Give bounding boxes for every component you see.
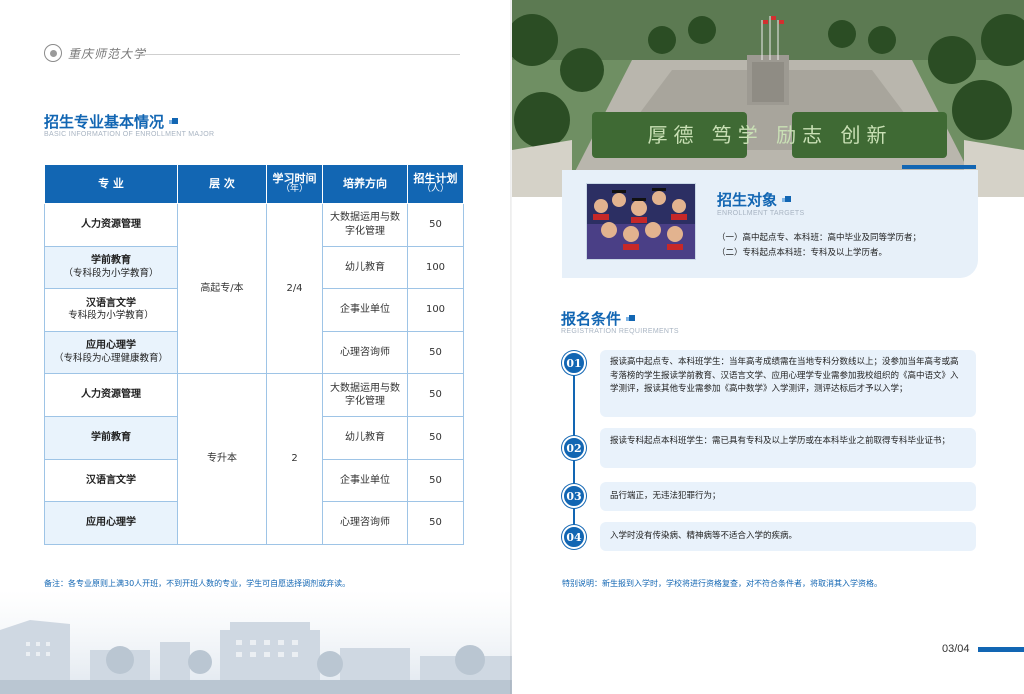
plan-cell: 50 [407, 203, 464, 247]
majors-section-subtitle: BASIC INFORMATION OF ENROLLMENT MAJOR [44, 131, 215, 138]
university-name: 重庆师范大学 [68, 46, 147, 61]
requirement-item: 01 报读高中起点专、本科班学生：当年高考成绩需在当地专科分数线以上；没参加当年… [562, 350, 976, 417]
major-cell: 汉语言文学 [44, 458, 178, 503]
direction-cell: 大数据运用与数字化管理 [322, 203, 408, 247]
majors-section-title: 招生专业基本情况 [44, 113, 165, 131]
requirement-text: 入学时没有传染病、精神病等不适合入学的疾病。 [600, 522, 976, 551]
university-seal-icon [44, 44, 62, 62]
plan-cell: 50 [407, 415, 464, 460]
major-cell: 学前教育 [44, 415, 178, 460]
column-header-plan: 招生计划 （人） [407, 164, 464, 204]
registration-title: 报名条件 [561, 310, 622, 328]
left-page: 重庆师范大学 招生专业基本情况 BASIC INFORMATION OF ENR… [0, 0, 512, 694]
duration-unit: （年） [280, 184, 308, 195]
direction-cell: 心理咨询师 [322, 330, 408, 375]
column-header-major: 专 业 [44, 164, 178, 204]
level-cell: 高起专/本 [177, 202, 267, 375]
major-name: 人力资源管理 [81, 389, 141, 401]
requirement-item: 03 品行端正，无违法犯罪行为； [562, 482, 976, 511]
title-square-icon [626, 315, 636, 324]
banner-motto: 厚德 笃学 励志 创新 [647, 123, 892, 147]
requirement-number-badge: 01 [562, 351, 586, 375]
target-line: （一）高中起点专、本科班：高中毕业及同等学历者； [717, 233, 922, 243]
major-name: 汉语言文学 [86, 297, 136, 309]
table-row: 人力资源管理 专升本 2 大数据运用与数字化管理 50 [44, 373, 464, 545]
major-note: （专科段为小学教育） [63, 267, 159, 279]
title-square-icon [782, 196, 792, 205]
registration-footnote: 特别说明：新生报到入学时，学校将进行资格复查，对不符合条件者，将取消其入学资格。 [562, 579, 882, 588]
plan-unit: （人） [421, 184, 449, 195]
direction-cell: 企事业单位 [322, 288, 408, 332]
majors-footnote: 备注：各专业原则上满30人开班，不到开班人数的专业，学生可自愿选择调剂或弃读。 [44, 579, 351, 588]
requirement-number-badge: 02 [562, 436, 586, 460]
plan-cell: 50 [407, 458, 464, 503]
major-cell: 人力资源管理 [44, 373, 178, 417]
targets-subtitle: ENROLLMENT TARGETS [717, 210, 805, 217]
table-row: 人力资源管理 高起专/本 2/4 大数据运用与数字化管理 50 [44, 202, 464, 375]
requirement-text: 报读专科起点本科班学生：需已具有专科及以上学历或在本科毕业之前取得专科毕业证书； [600, 428, 976, 468]
column-header-duration: 学习时间 （年） [266, 164, 323, 204]
plan-cell: 100 [407, 245, 464, 290]
duration-cell: 2 [266, 373, 323, 545]
graduates-photo [586, 183, 696, 260]
plan-cell: 100 [407, 288, 464, 332]
majors-table: 专 业 层 次 学习时间 （年） 培养方向 招生计划 （人） 人力资源管理 高起专/… [44, 164, 464, 545]
targets-heading: 招生对象 [717, 189, 792, 210]
page-number: 03/04 [942, 643, 970, 655]
photo-accent-strip [902, 165, 976, 169]
major-name: 学前教育 [91, 432, 131, 444]
registration-subtitle: REGISTRATION REQUIREMENTS [561, 328, 679, 335]
major-name: 应用心理学 [86, 340, 136, 352]
column-header-direction: 培养方向 [322, 164, 408, 204]
targets-title: 招生对象 [717, 191, 778, 209]
campus-skyline-illustration [0, 590, 512, 694]
plan-cell: 50 [407, 330, 464, 375]
major-cell: 人力资源管理 [44, 203, 178, 247]
majors-section-heading: 招生专业基本情况 [44, 111, 179, 132]
header-rule [140, 54, 460, 55]
requirement-number-badge: 04 [562, 525, 586, 549]
page-number-bar [978, 647, 1024, 652]
direction-cell: 企事业单位 [322, 458, 408, 503]
plan-cell: 50 [407, 501, 464, 545]
direction-cell: 心理咨询师 [322, 501, 408, 545]
registration-heading: 报名条件 [561, 308, 636, 329]
university-logo: 重庆师范大学 [44, 44, 146, 62]
title-square-icon [169, 118, 179, 127]
major-name: 汉语言文学 [86, 474, 136, 486]
plan-cell: 50 [407, 373, 464, 417]
requirement-item: 02 报读专科起点本科班学生：需已具有专科及以上学历或在本科毕业之前取得专科毕业… [562, 428, 976, 468]
target-line: （二）专科起点本科班：专科及以上学历者。 [717, 248, 888, 258]
major-name: 应用心理学 [86, 517, 136, 529]
duration-cell: 2/4 [266, 202, 323, 375]
major-cell: 应用心理学 （专科段为心理健康教育） [44, 330, 178, 375]
direction-cell: 大数据运用与数字化管理 [322, 373, 408, 417]
level-cell: 专升本 [177, 373, 267, 545]
major-note: 专科段为小学教育） [68, 310, 154, 322]
major-note: （专科段为心理健康教育） [53, 352, 168, 364]
requirement-number-badge: 03 [562, 484, 586, 508]
direction-cell: 幼儿教育 [322, 415, 408, 460]
targets-list: （一）高中起点专、本科班：高中毕业及同等学历者； （二）专科起点本科班：专科及以… [717, 231, 921, 261]
requirement-item: 04 入学时没有传染病、精神病等不适合入学的疾病。 [562, 522, 976, 551]
major-cell: 学前教育 （专科段为小学教育） [44, 245, 178, 290]
major-cell: 汉语言文学 专科段为小学教育） [44, 288, 178, 332]
requirement-text: 品行端正，无违法犯罪行为； [600, 482, 976, 511]
major-name: 人力资源管理 [81, 219, 141, 231]
table-header-row: 专 业 层 次 学习时间 （年） 培养方向 招生计划 （人） [44, 164, 464, 204]
major-name: 学前教育 [91, 255, 131, 267]
direction-cell: 幼儿教育 [322, 245, 408, 290]
right-page: 厚德 笃学 励志 创新 招生对象 ENROLLMENT TARGETS （一）高… [512, 0, 1024, 694]
column-header-level: 层 次 [177, 164, 267, 204]
major-cell: 应用心理学 [44, 501, 178, 545]
requirement-text: 报读高中起点专、本科班学生：当年高考成绩需在当地专科分数线以上；没参加当年高考或… [600, 350, 976, 417]
